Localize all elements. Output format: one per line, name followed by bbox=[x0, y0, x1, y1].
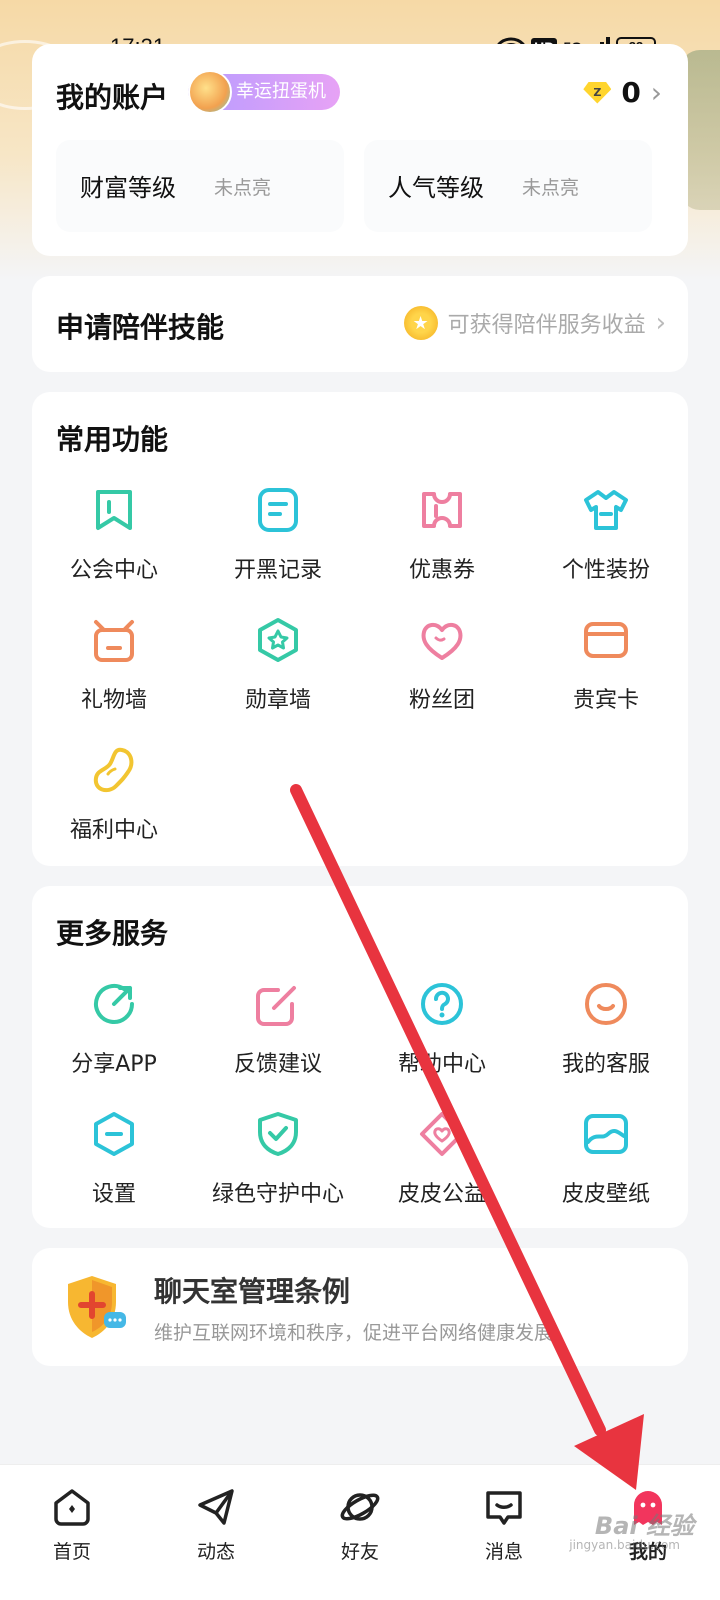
gold-coin-icon: ★ bbox=[403, 306, 438, 340]
popularity-level[interactable]: 人气等级 未点亮 bbox=[364, 140, 652, 232]
item-label: 勋章墙 bbox=[244, 688, 311, 713]
item-label: 贵宾卡 bbox=[572, 688, 639, 713]
dress-up-button[interactable]: 个性装扮 bbox=[524, 484, 688, 614]
wealth-level-label: 财富等级 bbox=[80, 174, 176, 202]
message-icon bbox=[486, 1491, 522, 1525]
tab-label: 首页 bbox=[52, 1541, 91, 1563]
tab-friends[interactable]: 好友 bbox=[288, 1465, 432, 1600]
gift-box-icon bbox=[94, 620, 134, 662]
wealth-level-status: 未点亮 bbox=[214, 177, 272, 199]
item-label: 绿色守护中心 bbox=[211, 1182, 344, 1207]
green-guard-center-button[interactable]: 绿色守护中心 bbox=[196, 1108, 360, 1238]
help-icon bbox=[421, 983, 463, 1025]
wallpaper-button[interactable]: 皮皮壁纸 bbox=[524, 1108, 688, 1238]
item-label: 反馈建议 bbox=[233, 1052, 322, 1077]
welfare-center-button[interactable]: 福利中心 bbox=[32, 744, 196, 874]
tab-label: 好友 bbox=[340, 1541, 379, 1563]
item-label: 个性装扮 bbox=[561, 558, 650, 583]
diamond-icon: Z bbox=[583, 81, 612, 104]
tab-label: 消息 bbox=[484, 1541, 523, 1563]
medal-star-icon bbox=[258, 618, 298, 662]
gacha-button[interactable]: 幸运扭蛋机 bbox=[188, 70, 340, 114]
settings-icon bbox=[94, 1112, 134, 1156]
more-services-title: 更多服务 bbox=[56, 917, 169, 950]
rules-title: 聊天室管理条例 bbox=[154, 1275, 351, 1308]
item-label: 分享APP bbox=[71, 1052, 157, 1077]
charity-button[interactable]: 皮皮公益 bbox=[360, 1108, 524, 1238]
common-functions-grid: 公会中心 开黑记录 优惠券 个性装扮 礼物墙 勋章墙 粉丝团 贵宾卡 福利中心 bbox=[32, 484, 688, 874]
note-icon bbox=[258, 488, 298, 532]
item-label: 设置 bbox=[91, 1182, 136, 1207]
chevron-right-icon: › bbox=[650, 76, 662, 109]
shirt-icon bbox=[584, 490, 628, 530]
companion-skill-hint: 可获得陪伴服务收益 bbox=[447, 313, 646, 338]
item-label: 粉丝团 bbox=[408, 688, 475, 713]
wallpaper-icon bbox=[584, 1114, 628, 1154]
chatroom-rules-banner[interactable]: 聊天室管理条例 维护互联网环境和秩序，促进平台网络健康发展 bbox=[32, 1248, 688, 1366]
coin-value: 0 bbox=[621, 76, 641, 109]
wealth-level[interactable]: 财富等级 未点亮 bbox=[56, 140, 344, 232]
item-label: 皮皮壁纸 bbox=[561, 1182, 650, 1207]
account-title: 我的账户 bbox=[56, 81, 169, 114]
tab-feed[interactable]: 动态 bbox=[144, 1465, 288, 1600]
gacha-label: 幸运扭蛋机 bbox=[236, 81, 326, 102]
item-label: 我的客服 bbox=[561, 1052, 650, 1077]
planet-icon bbox=[340, 1493, 380, 1521]
tab-label: 动态 bbox=[196, 1541, 235, 1563]
item-label: 开黑记录 bbox=[233, 558, 322, 583]
gacha-icon bbox=[188, 70, 232, 114]
chevron-right-icon: › bbox=[655, 308, 666, 338]
companion-skill-link[interactable]: ★ 可获得陪伴服务收益 › bbox=[403, 306, 666, 340]
heart-icon bbox=[421, 623, 463, 660]
home-icon bbox=[54, 1489, 90, 1526]
watermark-url: jingyan.baidu.com bbox=[569, 1538, 680, 1552]
customer-service-button[interactable]: 我的客服 bbox=[524, 978, 688, 1108]
item-label: 优惠券 bbox=[408, 558, 475, 583]
medal-wall-button[interactable]: 勋章墙 bbox=[196, 614, 360, 744]
game-records-button[interactable]: 开黑记录 bbox=[196, 484, 360, 614]
gift-wall-button[interactable]: 礼物墙 bbox=[32, 614, 196, 744]
bean-icon bbox=[93, 747, 134, 793]
item-label: 福利中心 bbox=[69, 818, 158, 843]
common-functions-title: 常用功能 bbox=[56, 423, 169, 456]
more-services-card: 更多服务 分享APP 反馈建议 帮助中心 我的客服 设置 绿色守护中心 皮皮公益 bbox=[32, 886, 688, 1228]
vip-card-button[interactable]: 贵宾卡 bbox=[524, 614, 688, 744]
coin-balance[interactable]: Z 0 › bbox=[583, 76, 662, 109]
settings-button[interactable]: 设置 bbox=[32, 1108, 196, 1238]
smile-icon bbox=[584, 982, 628, 1026]
tab-messages[interactable]: 消息 bbox=[432, 1465, 576, 1600]
rules-subtitle: 维护互联网环境和秩序，促进平台网络健康发展 bbox=[154, 1322, 554, 1344]
help-center-button[interactable]: 帮助中心 bbox=[360, 978, 524, 1108]
coupons-button[interactable]: 优惠券 bbox=[360, 484, 524, 614]
shield-plus-icon bbox=[68, 1276, 126, 1338]
companion-skill-card[interactable]: 申请陪伴技能 ★ 可获得陪伴服务收益 › bbox=[32, 276, 688, 372]
card-icon bbox=[584, 622, 628, 658]
companion-skill-title: 申请陪伴技能 bbox=[56, 311, 225, 344]
item-label: 公会中心 bbox=[69, 558, 158, 583]
share-app-button[interactable]: 分享APP bbox=[32, 978, 196, 1108]
shield-check-icon bbox=[258, 1112, 298, 1156]
paper-plane-icon bbox=[198, 1489, 234, 1525]
coupon-icon bbox=[422, 492, 462, 528]
watermark-logo: Bai 经验 bbox=[594, 1512, 694, 1540]
guild-center-button[interactable]: 公会中心 bbox=[32, 484, 196, 614]
share-icon bbox=[94, 983, 134, 1024]
charity-heart-icon bbox=[420, 1112, 464, 1156]
edit-icon bbox=[256, 986, 296, 1026]
item-label: 礼物墙 bbox=[80, 688, 147, 713]
feedback-button[interactable]: 反馈建议 bbox=[196, 978, 360, 1108]
item-label: 帮助中心 bbox=[397, 1052, 486, 1077]
account-card: 我的账户 幸运扭蛋机 Z 0 › 财富等级 未点亮 人气等级 未点亮 bbox=[32, 44, 688, 256]
tab-home[interactable]: 首页 bbox=[0, 1465, 144, 1600]
popularity-level-status: 未点亮 bbox=[522, 177, 580, 199]
fan-club-button[interactable]: 粉丝团 bbox=[360, 614, 524, 744]
item-label: 皮皮公益 bbox=[397, 1182, 486, 1207]
popularity-level-label: 人气等级 bbox=[388, 174, 484, 202]
more-services-grid: 分享APP 反馈建议 帮助中心 我的客服 设置 绿色守护中心 皮皮公益 皮皮壁纸 bbox=[32, 978, 688, 1238]
common-functions-card: 常用功能 公会中心 开黑记录 优惠券 个性装扮 礼物墙 勋章墙 粉丝团 贵宾卡 … bbox=[32, 392, 688, 866]
bookmark-icon bbox=[96, 490, 132, 530]
